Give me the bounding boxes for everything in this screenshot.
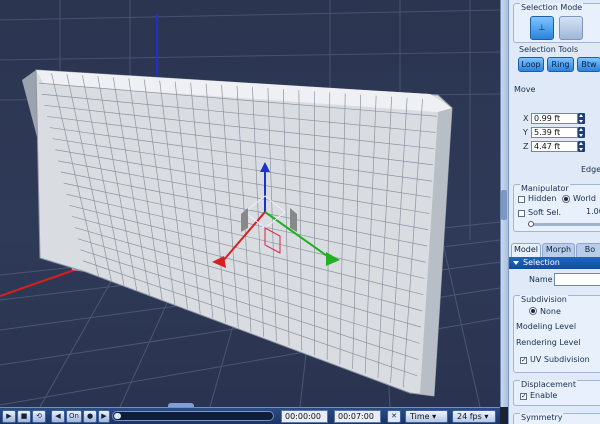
selection-tools-title: Selection Tools [519, 45, 579, 54]
world-radio[interactable] [562, 195, 570, 203]
vertex-mode-button[interactable]: ⊥ [530, 16, 554, 40]
soft-selection-slider[interactable] [528, 223, 600, 226]
vertex-mode-icon: ⊥ [538, 23, 546, 32]
modeling-level-label: Modeling Level [516, 322, 577, 331]
stop-button[interactable]: ■ [17, 410, 31, 423]
symmetry-group: Symmetry [513, 413, 600, 424]
x-label: X [523, 114, 529, 123]
uv-subdivision-checkbox[interactable]: ✓ [520, 357, 527, 364]
selection-section-header[interactable]: Selection [509, 257, 600, 269]
soft-selection-label: Soft Sel. [528, 208, 562, 217]
hidden-label: Hidden [528, 194, 557, 203]
soft-selection-slider-knob[interactable] [528, 221, 534, 227]
properties-panel: Selection Mode ⊥ Selection Tools Loop Ri… [508, 0, 600, 424]
displacement-enable-checkbox[interactable]: ✓ [520, 393, 527, 400]
subdivision-group: Subdivision None Modeling Level Renderin… [513, 295, 600, 373]
splitter-grip[interactable] [501, 190, 507, 220]
displacement-title: Displacement [520, 380, 577, 389]
rendering-level-label: Rendering Level [516, 338, 581, 347]
displacement-enable-label: Enable [530, 391, 558, 400]
play-icon: ▶ [6, 412, 12, 420]
manipulator-group: Manipulator Hidden World Soft Sel. 1.00 [513, 184, 600, 232]
name-field[interactable] [554, 273, 600, 286]
selection-mode-title: Selection Mode [520, 3, 584, 12]
tab-model[interactable]: Model [511, 243, 541, 257]
timeline-scrubber-knob[interactable] [114, 413, 121, 419]
tab-bones[interactable]: Bo [576, 243, 600, 257]
uv-subdivision-label: UV Subdivision [530, 355, 590, 364]
time-unit-value: Time [410, 412, 430, 421]
tab-morph[interactable]: Morph [542, 243, 575, 257]
z-label: Z [523, 142, 529, 151]
y-value-field[interactable]: 5.39 ft [531, 127, 578, 138]
prev-frame-icon: ◀ [55, 412, 61, 420]
name-label: Name [529, 275, 553, 284]
play-button[interactable]: ▶ [2, 410, 16, 423]
x-value-field[interactable]: 0.99 ft [531, 113, 578, 124]
symmetry-title: Symmetry [520, 413, 564, 422]
current-time-field[interactable]: 00:00:00 [281, 410, 328, 423]
fps-select[interactable]: 24 fps ▾ [452, 410, 496, 423]
fps-value: 24 fps [457, 412, 482, 421]
move-title: Move [514, 85, 536, 94]
edge-label: Edge [581, 165, 600, 174]
loop-select-button[interactable]: Loop [518, 57, 544, 72]
loop-button[interactable]: ⟲ [32, 410, 46, 423]
z-value-field[interactable]: 4.47 ft [531, 141, 578, 152]
z-stepper[interactable] [578, 141, 585, 152]
between-select-button[interactable]: Btw [577, 57, 600, 72]
displacement-group: Displacement ✓ Enable [513, 380, 600, 406]
chevron-down-icon: ▾ [484, 412, 489, 421]
stop-icon: ■ [20, 412, 28, 420]
close-icon: ✕ [391, 412, 397, 420]
selection-mode-group: Selection Mode ⊥ [513, 3, 600, 43]
loop-icon: ⟲ [36, 412, 42, 420]
time-mode-toggle[interactable]: ✕ [387, 410, 401, 423]
record-icon: ● [86, 412, 94, 420]
timeline-bar: ▶ ■ ⟲ ◀ On ● ▶ 00:00:00 00:07:00 ✕ Time … [0, 407, 500, 424]
3d-viewport[interactable] [0, 0, 500, 407]
subdivision-none-radio[interactable] [529, 307, 537, 315]
record-button[interactable]: ● [83, 410, 97, 423]
end-time-field[interactable]: 00:07:00 [334, 410, 381, 423]
next-frame-button[interactable]: ▶ [98, 410, 110, 423]
y-label: Y [523, 128, 528, 137]
edge-mode-button[interactable] [559, 16, 583, 40]
wall-mesh[interactable] [35, 69, 453, 397]
keyframe-on-button[interactable]: On [66, 410, 82, 423]
timeline-scrubber[interactable] [112, 411, 274, 421]
subdivision-none-label: None [540, 307, 561, 316]
move-fields-group: X 0.99 ft Y 5.39 ft Z 4.47 ft [513, 106, 600, 156]
hidden-checkbox[interactable] [518, 196, 525, 203]
chevron-down-icon: ▾ [432, 412, 437, 421]
selection-section-label: Selection [523, 258, 560, 267]
world-label: World [573, 194, 596, 203]
time-unit-select[interactable]: Time ▾ [405, 410, 448, 423]
y-stepper[interactable] [578, 127, 585, 138]
keyframe-on-label: On [69, 412, 79, 420]
next-frame-icon: ▶ [101, 412, 107, 420]
subdivision-title: Subdivision [520, 295, 568, 304]
prev-frame-button[interactable]: ◀ [51, 410, 65, 423]
soft-selection-checkbox[interactable] [518, 210, 525, 217]
soft-selection-value: 1.00 [586, 207, 600, 216]
scene-canvas[interactable] [0, 0, 500, 407]
manipulator-title: Manipulator [520, 184, 570, 193]
x-stepper[interactable] [578, 113, 585, 124]
ring-select-button[interactable]: Ring [547, 57, 574, 72]
